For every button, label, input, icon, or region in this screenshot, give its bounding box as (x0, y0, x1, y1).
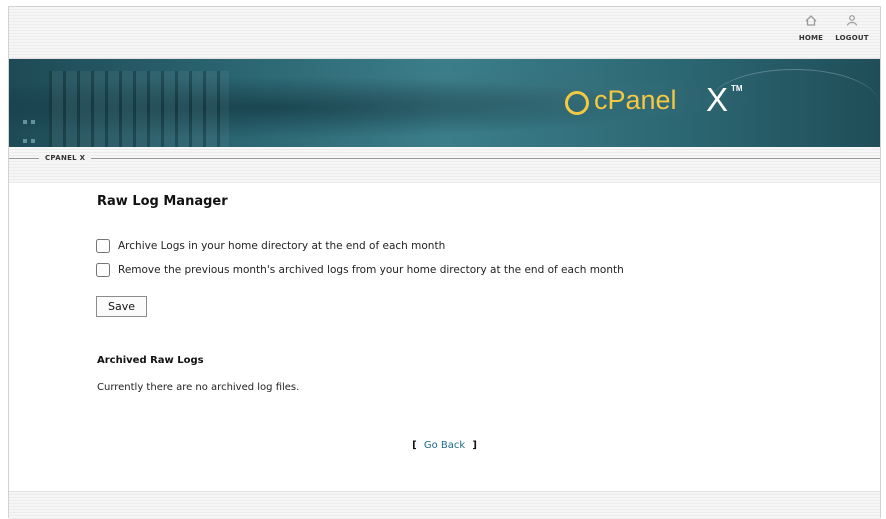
page-title: Raw Log Manager (97, 194, 228, 209)
archived-logs-empty-message: Currently there are no archived log file… (97, 382, 300, 393)
banner-server-graphic (49, 71, 229, 147)
go-back-open-bracket: [ (412, 440, 417, 451)
cpanel-logo-version: X (706, 81, 729, 118)
logout-link[interactable]: LOGOUT (832, 15, 872, 42)
save-button[interactable]: Save (96, 296, 147, 317)
cpanel-logo-tm: TM (731, 84, 743, 93)
home-link[interactable]: HOME (791, 15, 831, 42)
home-label: HOME (798, 34, 824, 42)
breadcrumb-rule (9, 158, 880, 159)
go-back-link[interactable]: Go Back (424, 440, 465, 451)
archived-logs-heading: Archived Raw Logs (97, 355, 204, 366)
archive-logs-label: Archive Logs in your home directory at t… (118, 240, 446, 252)
archive-logs-checkbox[interactable] (96, 239, 110, 253)
footer-bar (9, 491, 880, 519)
home-icon (805, 15, 817, 26)
cpanel-logo-text: cPanel (594, 85, 677, 115)
main-content: Raw Log Manager Archive Logs in your hom… (9, 183, 880, 491)
remove-archived-label: Remove the previous month's archived log… (118, 264, 624, 276)
go-back-nav: [ Go Back ] (9, 440, 880, 451)
breadcrumb-bar: CPANEL X (9, 147, 880, 183)
logout-label: LOGOUT (835, 34, 869, 42)
breadcrumb[interactable]: CPANEL X (39, 154, 92, 162)
cpanel-banner: cPanel X TM (9, 59, 880, 147)
banner-swoosh (709, 69, 879, 139)
top-toolbar: HOME LOGOUT (9, 7, 880, 59)
page-frame: HOME LOGOUT cPanel X TM CPANEL X Raw Log… (8, 6, 881, 519)
cpanel-logo-icon (565, 91, 589, 115)
archive-logs-option: Archive Logs in your home directory at t… (96, 237, 445, 255)
banner-dots (21, 111, 37, 147)
go-back-close-bracket: ] (472, 440, 477, 451)
remove-archived-checkbox[interactable] (96, 263, 110, 277)
logout-icon (846, 15, 858, 26)
remove-archived-option: Remove the previous month's archived log… (96, 261, 624, 279)
